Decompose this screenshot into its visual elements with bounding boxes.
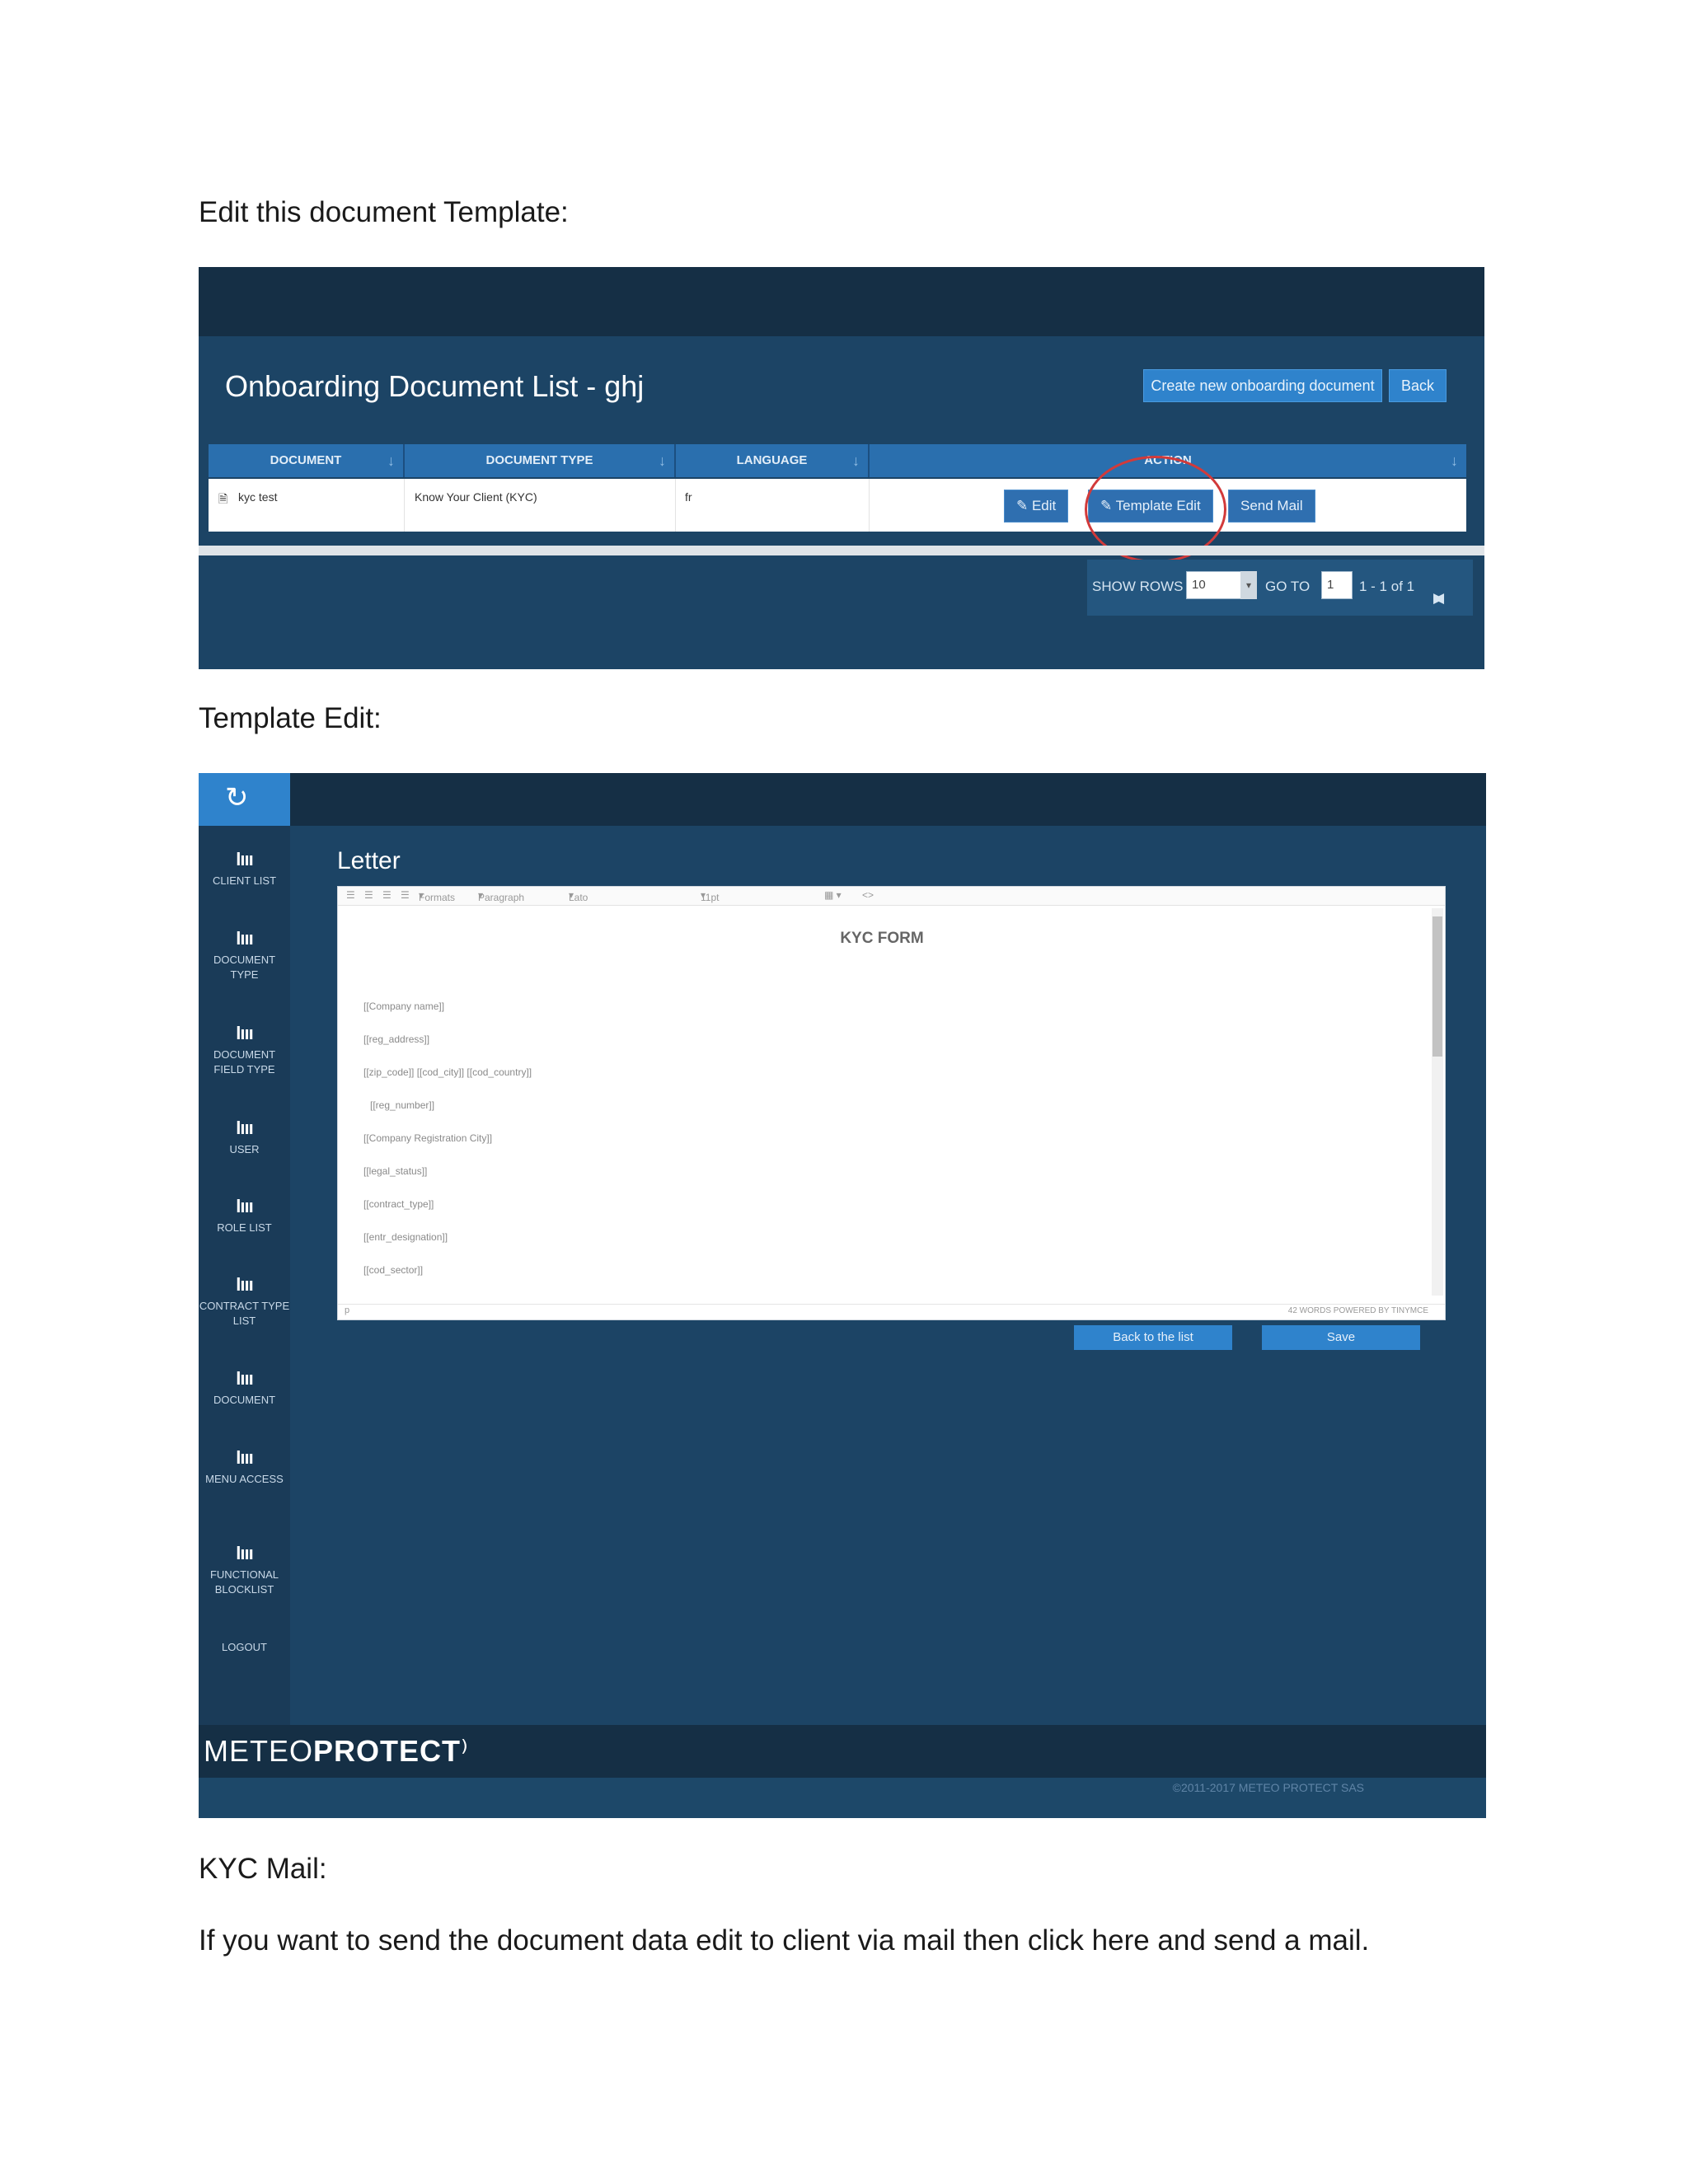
app-topbar [199,773,1486,826]
template-field: [[zip_code]] [[cod_city]] [[cod_country]… [363,1066,532,1078]
send-mail-button[interactable]: Send Mail [1228,490,1315,523]
sidebar-item-functional-blocklist[interactable]: lııı FUNCTIONAL BLOCKLIST [199,1543,290,1597]
spinner-icon: ↻ [225,782,249,813]
sidebar-item-document-field-type[interactable]: lııı DOCUMENT FIELD TYPE [199,1023,290,1077]
align-center-icon[interactable]: ☰ [364,889,373,901]
element-path: p [345,1305,350,1315]
page-input[interactable]: 1 [1321,571,1353,599]
goto-label: GO TO [1265,579,1311,594]
sidebar-item-logout[interactable]: LOGOUT [199,1640,290,1655]
align-left-icon[interactable]: ☰ [346,889,355,901]
doc-paragraph: If you want to send the document data ed… [199,1924,1370,1957]
sidebar: ↻ lııı CLIENT LIST lııı DOCUMENT TYPE lııı… [199,773,290,1725]
column-document-type[interactable]: DOCUMENT TYPE ↓ [405,444,676,477]
editor-statusbar: p 42 WORDS POWERED BY TINYMCE [338,1304,1445,1319]
pager: SHOW ROWS 10 ▾ GO TO 1 1 - 1 of 1 ◀ ▶ [1087,560,1473,616]
template-field: [[reg_number]] [370,1099,435,1111]
bar-chart-icon: lııı [236,849,253,869]
save-button[interactable]: Save [1262,1325,1420,1350]
column-document[interactable]: DOCUMENT ↓ [209,444,405,477]
horizontal-scrollbar[interactable] [199,546,1484,555]
source-code-button[interactable]: <> [862,889,874,901]
bar-chart-icon: lııı [236,1196,253,1216]
edit-button[interactable]: ✎ Edit [1004,490,1069,523]
chevron-down-icon[interactable]: ▾ [1240,571,1257,599]
word-count: 42 WORDS POWERED BY TINYMCE [1287,1306,1428,1315]
page-title: Letter [337,847,401,874]
template-field: [[Company name]] [363,1001,445,1012]
app-topbar [199,267,1484,336]
sidebar-item-client-list[interactable]: lııı CLIENT LIST [199,849,290,888]
sidebar-item-role-list[interactable]: lııı ROLE LIST [199,1196,290,1235]
sort-icon[interactable]: ↓ [852,444,860,477]
table-icon[interactable]: ▦ ▾ [824,889,842,901]
sidebar-item-user[interactable]: lııı USER [199,1118,290,1157]
paragraph-dropdown[interactable]: Paragraph ▾ [478,889,524,903]
template-field: [[cod_sector]] [363,1264,424,1276]
sidebar-item-menu-access[interactable]: lııı MENU ACCESS [199,1447,290,1487]
cell-language: fr [685,490,692,504]
create-onboarding-document-button[interactable]: Create new onboarding document [1143,369,1382,402]
bar-chart-icon: lııı [236,1118,253,1138]
doc-heading-template-edit: Template Edit: [199,702,382,734]
bar-chart-icon: lııı [236,1368,253,1389]
font-dropdown[interactable]: Lato ▾ [569,889,588,903]
sidebar-item-contract-type-list[interactable]: lııı CONTRACT TYPE LIST [199,1274,290,1329]
sort-icon[interactable]: ↓ [1451,444,1458,477]
brand-logo: METEOPROTECT⁾ [204,1734,469,1768]
form-title: KYC FORM [840,930,924,947]
grid-header: DOCUMENT ↓ DOCUMENT TYPE ↓ LANGUAGE ↓ ACTIO… [209,444,1466,477]
back-button[interactable]: Back [1389,369,1447,402]
size-dropdown[interactable]: 11pt ▾ [701,889,719,903]
bar-chart-icon: lııı [236,1023,253,1043]
bar-chart-icon: lııı [236,1447,253,1468]
template-field: [[legal_status]] [363,1165,428,1177]
cell-document-type: Know Your Client (KYC) [415,490,537,504]
sort-icon[interactable]: ↓ [387,444,395,477]
page-title: Onboarding Document List - ghj [225,369,645,403]
sort-icon[interactable]: ↓ [659,444,666,477]
scrollbar-thumb[interactable] [1432,916,1442,1057]
template-edit-screenshot: ↻ lııı CLIENT LIST lııı DOCUMENT TYPE lııı… [199,773,1486,1818]
back-to-list-button[interactable]: Back to the list [1074,1325,1232,1350]
page-range: 1 - 1 of 1 [1359,579,1415,594]
loading-logo[interactable]: ↻ [199,773,290,826]
rows-select[interactable]: 10 [1186,571,1242,599]
template-field: [[Company Registration City]] [363,1132,493,1144]
align-justify-icon[interactable]: ☰ [401,889,410,901]
doc-heading-edit-template: Edit this document Template: [199,196,569,228]
sidebar-item-document-type[interactable]: lııı DOCUMENT TYPE [199,928,290,982]
cell-document: kyc test [238,490,278,504]
bar-chart-icon: lııı [236,1543,253,1563]
logo-mark-icon: ⁾ [461,1734,469,1768]
bar-chart-icon: lııı [236,1274,253,1295]
sidebar-item-document[interactable]: lııı DOCUMENT [199,1368,290,1408]
copyright: ©2011-2017 METEO PROTECT SAS [1172,1781,1364,1794]
table-row: 🗎 kyc test Know Your Client (KYC) fr ✎ E… [209,479,1466,532]
bar-chart-icon: lııı [236,928,253,949]
template-field: [[entr_designation]] [363,1231,448,1243]
onboarding-list-screenshot: Onboarding Document List - ghj Create ne… [199,267,1484,669]
doc-heading-kyc-mail: KYC Mail: [199,1853,327,1885]
column-language[interactable]: LANGUAGE ↓ [676,444,870,477]
template-field: [[reg_address]] [363,1033,430,1045]
editor-toolbar: ☰ ☰ ☰ ☰ Formats ▾ Paragraph ▾ Lato ▾ 11p… [338,887,1445,906]
editor-scrollbar[interactable] [1432,908,1443,1296]
next-arrow-icon[interactable]: ▶ [1433,590,1447,607]
formats-dropdown[interactable]: Formats ▾ [419,889,455,903]
show-rows-label: SHOW ROWS [1092,579,1184,594]
rich-text-editor[interactable]: ☰ ☰ ☰ ☰ Formats ▾ Paragraph ▾ Lato ▾ 11p… [337,886,1446,1320]
align-right-icon[interactable]: ☰ [382,889,392,901]
pencil-icon: ✎ [1016,498,1032,513]
template-field: [[contract_type]] [363,1198,434,1210]
document-icon: 🗎 [218,492,228,505]
